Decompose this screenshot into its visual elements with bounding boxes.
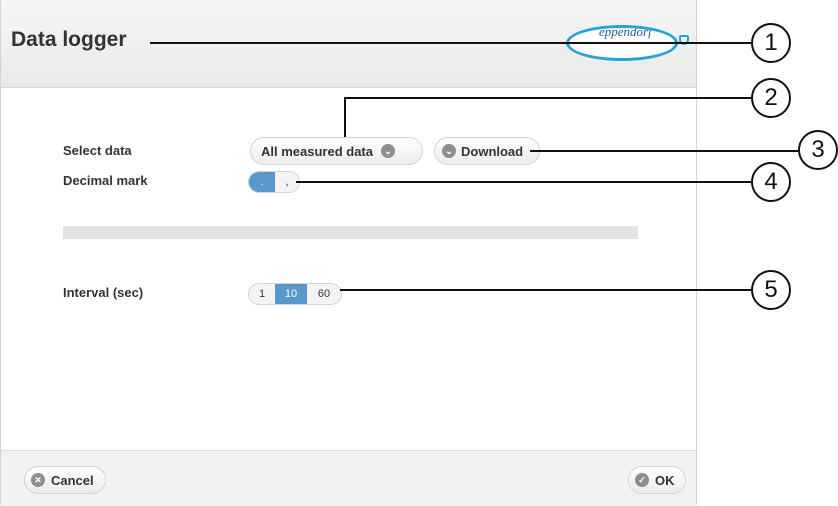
callout-5: 5 [751,270,791,310]
callout-lines [150,42,803,291]
callout-4: 4 [751,162,791,202]
callout-1: 1 [751,23,791,63]
callout-3: 3 [798,130,838,170]
callout-2: 2 [751,78,791,118]
callout-line-2 [344,97,751,137]
